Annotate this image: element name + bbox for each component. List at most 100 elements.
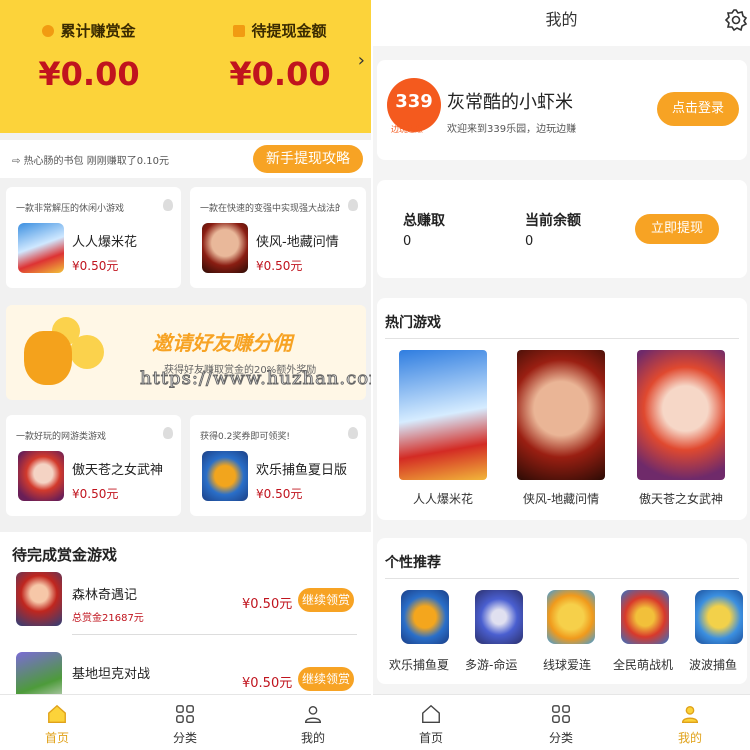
tab-home[interactable]: 首页: [27, 703, 87, 746]
grid-icon: [552, 705, 570, 723]
user-welcome: 欢迎来到339乐园，边玩边赚: [447, 124, 577, 135]
recommend-game-name[interactable]: 欢乐捕鱼夏: [389, 656, 449, 673]
beginner-guide-button[interactable]: 新手提现攻略: [253, 145, 363, 173]
recommend-game-name[interactable]: 线球爱连: [543, 656, 591, 673]
game-card[interactable]: 一款非常解压的休闲小游戏 人人爆米花 ¥0.50元: [6, 187, 181, 288]
flame-icon: [348, 427, 358, 439]
game-card[interactable]: 一款在快速的变强中实现强大战法的... 侠风-地藏问情 ¥0.50元: [190, 187, 366, 288]
user-icon: [681, 705, 699, 723]
gear-icon[interactable]: [724, 8, 748, 32]
continue-reward-button[interactable]: 继续领赏: [298, 667, 354, 691]
card-game-price: ¥0.50元: [256, 487, 303, 501]
pending-game-name: 森林奇遇记: [72, 588, 138, 603]
grid-icon: [176, 705, 194, 723]
card-game-price: ¥0.50元: [256, 259, 303, 273]
pending-game-total: 总赏金21687元: [72, 613, 144, 624]
user-name: 灰常酷的小虾米: [447, 92, 573, 113]
wallet-icon: [233, 24, 246, 37]
game-card[interactable]: 一款好玩的网游类游戏 傲天苍之女武神 ¥0.50元: [6, 415, 181, 516]
notice-text: ⇨ 热心肠的书包 刚刚赚取了0.10元: [12, 156, 170, 167]
hot-game-name[interactable]: 人人爆米花: [383, 490, 503, 507]
bubble-fish-game-icon[interactable]: [695, 590, 743, 644]
fish-game-icon[interactable]: [401, 590, 449, 644]
notice-bar: ⇨ 热心肠的书包 刚刚赚取了0.10元 新手提现攻略: [0, 140, 371, 178]
money-bag-icon: [24, 331, 72, 385]
watermark-text: https://www.huzhan.com/ishop16833: [139, 368, 371, 390]
pending-withdraw-value: ¥0.00: [229, 55, 331, 93]
card-description: 获得0.2奖券即可领奖!: [200, 432, 290, 442]
card-game-price: ¥0.50元: [72, 487, 119, 501]
tab-home[interactable]: 首页: [401, 703, 461, 746]
earnings-card: 总赚取 0 当前余额 0 立即提现: [377, 180, 747, 278]
popcorn-game-icon: [18, 223, 64, 273]
valkyrie-game-icon: [18, 451, 64, 501]
invite-title: 邀请好友赚分佣: [152, 331, 292, 355]
tab-mine[interactable]: 我的: [660, 703, 720, 746]
tab-mine[interactable]: 我的: [283, 703, 343, 746]
hot-games-card: 热门游戏 人人爆米花 侠风-地藏问情 傲天苍之女武神: [377, 298, 747, 520]
section-divider: [385, 338, 739, 339]
plane-game-icon[interactable]: [621, 590, 669, 644]
warrior-game-icon[interactable]: [517, 350, 605, 480]
pending-game-price: ¥0.50元: [242, 676, 293, 691]
flame-icon: [163, 427, 173, 439]
coin-stack-icon: [42, 24, 55, 37]
recommend-game-name[interactable]: 多游-命运: [465, 656, 517, 673]
pending-game-price: ¥0.50元: [242, 597, 293, 612]
tab-category[interactable]: 分类: [155, 703, 215, 746]
recommend-game-name[interactable]: 波波捕鱼: [689, 656, 747, 673]
home-icon: [48, 704, 66, 723]
section-divider: [385, 578, 739, 579]
profile-screen: 我的 339 边玩边赚 灰常酷的小虾米 欢迎来到339乐园，边玩边赚 点击登录 …: [373, 0, 750, 750]
ball-game-icon[interactable]: [547, 590, 595, 644]
card-description: 一款在快速的变强中实现强大战法的...: [200, 204, 340, 214]
card-game-price: ¥0.50元: [72, 259, 119, 273]
pending-withdraw[interactable]: 待提现金额 ¥0.00: [205, 20, 355, 93]
recommend-game-name[interactable]: 全民萌战机: [613, 656, 673, 673]
recommend-title: 个性推荐: [385, 555, 441, 571]
card-game-name: 傲天苍之女武神: [72, 463, 164, 478]
balance-label: 当前余额: [525, 213, 581, 229]
app-logo-tag: 边玩边赚: [391, 125, 423, 134]
chevron-right-icon[interactable]: ›: [358, 50, 365, 71]
flame-icon: [348, 199, 358, 211]
user-icon: [304, 705, 322, 723]
home-icon: [422, 704, 440, 723]
continue-reward-button[interactable]: 继续领赏: [298, 588, 354, 612]
fate-game-icon[interactable]: [475, 590, 523, 644]
row-divider: [72, 634, 357, 635]
hot-game-name[interactable]: 侠风-地藏问情: [501, 490, 621, 507]
forest-game-icon: [16, 572, 62, 626]
user-card: 339 边玩边赚 灰常酷的小虾米 欢迎来到339乐园，边玩边赚 点击登录: [377, 60, 747, 160]
total-earnings-value: ¥0.00: [38, 55, 140, 93]
total-earned-value: 0: [403, 234, 412, 249]
popcorn-game-icon[interactable]: [399, 350, 487, 480]
page-title: 我的: [373, 0, 750, 46]
game-card[interactable]: 获得0.2奖券即可领奖! 欢乐捕鱼夏日版 ¥0.50元: [190, 415, 366, 516]
warrior-game-icon: [202, 223, 248, 273]
card-game-name: 人人爆米花: [72, 235, 138, 250]
card-game-name: 侠风-地藏问情: [256, 235, 339, 250]
recommend-card: 个性推荐 欢乐捕鱼夏 多游-命运 线球爱连 全民萌战机 波波捕鱼: [377, 538, 747, 684]
card-game-name: 欢乐捕鱼夏日版: [256, 463, 348, 478]
bottom-tab-bar: 首页 分类 我的: [0, 694, 371, 750]
bottom-tab-bar: 首页 分类 我的: [373, 694, 750, 750]
balance-value: 0: [525, 234, 534, 249]
flame-icon: [163, 199, 173, 211]
fish-game-icon: [202, 451, 248, 501]
pending-game-name: 基地坦克对战: [72, 667, 151, 682]
login-button[interactable]: 点击登录: [657, 92, 739, 126]
total-earnings[interactable]: 累计赚赏金 ¥0.00: [14, 20, 164, 93]
gold-coin-icon: [70, 335, 104, 369]
hot-game-name[interactable]: 傲天苍之女武神: [621, 490, 741, 507]
total-earnings-label: 累计赚赏金: [60, 22, 136, 40]
home-screen: 累计赚赏金 ¥0.00 待提现金额 ¥0.00 › ⇨ 热心肠的书包 刚刚赚取了…: [0, 0, 371, 750]
tab-category[interactable]: 分类: [531, 703, 591, 746]
valkyrie-game-icon[interactable]: [637, 350, 725, 480]
earnings-header: 累计赚赏金 ¥0.00 待提现金额 ¥0.00 ›: [0, 0, 371, 133]
pending-withdraw-label: 待提现金额: [251, 22, 327, 40]
withdraw-button[interactable]: 立即提现: [635, 214, 719, 244]
card-description: 一款非常解压的休闲小游戏: [16, 204, 125, 214]
hot-games-title: 热门游戏: [385, 315, 441, 331]
total-earned-label: 总赚取: [403, 213, 445, 229]
